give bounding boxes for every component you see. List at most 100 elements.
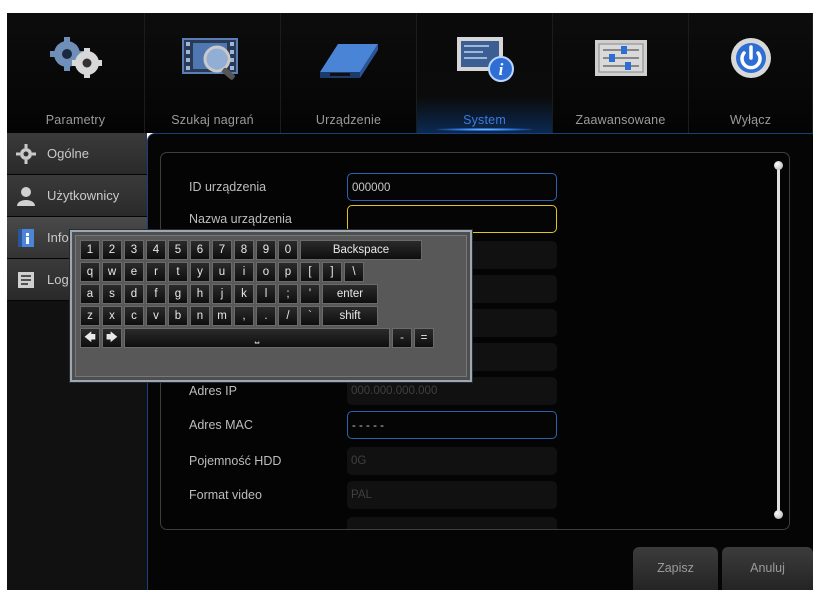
power-icon [716,23,786,93]
key-4[interactable]: 4 [146,240,166,260]
svg-text:i: i [498,60,503,79]
mac-field[interactable]: - - - - - [347,411,557,439]
sidebar-item-label: Użytkownicy [47,188,120,203]
key-0[interactable]: 0 [278,240,298,260]
key-7[interactable]: 7 [212,240,232,260]
keyboard-row-qwerty: q w e r t y u i o p [ ] \ [80,262,366,282]
top-navigation: Parametry Szukaj nagrań Urządzenie i Sys… [7,13,813,133]
virtual-keyboard: 1 2 3 4 5 6 7 8 9 0 Backspace q w e r t … [70,230,472,382]
key-z[interactable]: z [80,306,100,326]
key-h[interactable]: h [190,284,210,304]
key-u[interactable]: u [212,262,232,282]
tab-system[interactable]: i System [417,13,553,133]
tab-szukaj-nagran[interactable]: Szukaj nagrań [145,13,281,133]
key-9[interactable]: 9 [256,240,276,260]
left-arrow-key[interactable]: 🡄 [80,328,100,348]
key-j[interactable]: j [212,284,232,304]
sidebar-item-label: Info [47,230,69,245]
keyboard-row-bottom: 🡄 🡆 ⎵ - = [80,328,436,348]
key-equals[interactable]: = [414,328,434,348]
sidebar-item-ogolne[interactable]: Ogólne [7,133,147,175]
scrollbar-top-cap[interactable] [774,161,783,170]
scrollbar-track[interactable] [777,165,780,515]
tab-wylacz[interactable]: Wyłącz [689,13,813,133]
key-c[interactable]: c [124,306,144,326]
key-space[interactable]: ⎵ [124,328,390,348]
sidebar-item-uzytkownicy[interactable]: Użytkownicy [7,175,147,217]
key-y[interactable]: y [190,262,210,282]
key-b[interactable]: b [168,306,188,326]
key-8[interactable]: 8 [234,240,254,260]
log-icon [15,269,37,291]
cancel-button[interactable]: Anuluj [722,547,813,590]
device-name-label: Nazwa urządzenia [189,212,292,226]
user-icon [15,185,37,207]
device-name-field[interactable] [347,205,557,233]
save-button[interactable]: Zapisz [633,547,718,590]
tab-zaawansowane[interactable]: Zaawansowane [553,13,689,133]
key-1[interactable]: 1 [80,240,100,260]
key-r[interactable]: r [146,262,166,282]
key-comma[interactable]: , [234,306,254,326]
key-o[interactable]: o [256,262,276,282]
key-i[interactable]: i [234,262,254,282]
device-id-field[interactable]: 000000 [347,173,557,201]
key-3[interactable]: 3 [124,240,144,260]
key-a[interactable]: a [80,284,100,304]
key-w[interactable]: w [102,262,122,282]
tab-label: Szukaj nagrań [171,113,254,127]
tab-label: Urządzenie [315,113,382,127]
tab-label: Zaawansowane [575,113,666,127]
sliders-icon [586,23,656,93]
key-enter[interactable]: enter [322,284,378,304]
key-semicolon[interactable]: ; [278,284,298,304]
key-2[interactable]: 2 [102,240,122,260]
keyboard-row-zxcv: z x c v b n m , . / ` shift [80,306,380,326]
key-shift[interactable]: shift [322,306,378,326]
tab-label: Wyłącz [729,113,772,127]
ip-label: Adres IP [189,384,237,398]
tab-parametry[interactable]: Parametry [7,13,145,133]
key-k[interactable]: k [234,284,254,304]
gear-icon [15,143,37,165]
right-arrow-key[interactable]: 🡆 [102,328,122,348]
key-close-bracket[interactable]: ] [322,262,342,282]
key-m[interactable]: m [212,306,232,326]
device-id-label: ID urządzenia [189,180,267,194]
keyboard-body: 1 2 3 4 5 6 7 8 9 0 Backspace q w e r t … [75,235,467,377]
tab-label: Parametry [45,113,106,127]
key-s[interactable]: s [102,284,122,304]
tab-label: System [463,113,506,127]
tab-urzadzenie[interactable]: Urządzenie [281,13,417,133]
key-backtick[interactable]: ` [300,306,320,326]
key-g[interactable]: g [168,284,188,304]
key-backspace[interactable]: Backspace [300,240,422,260]
dvr-settings-window: Parametry Szukaj nagrań Urządzenie i Sys… [0,0,813,590]
key-6[interactable]: 6 [190,240,210,260]
key-q[interactable]: q [80,262,100,282]
key-f[interactable]: f [146,284,166,304]
key-l[interactable]: l [256,284,276,304]
hdd-device-icon [314,23,384,93]
key-backslash[interactable]: \ [344,262,364,282]
key-5[interactable]: 5 [168,240,188,260]
key-minus[interactable]: - [392,328,412,348]
key-p[interactable]: p [278,262,298,282]
system-info-icon: i [450,23,520,93]
key-t[interactable]: t [168,262,188,282]
mac-label: Adres MAC [189,418,253,432]
key-n[interactable]: n [190,306,210,326]
keyboard-row-asdf: a s d f g h j k l ; ' enter [80,284,380,304]
key-apostrophe[interactable]: ' [300,284,320,304]
scrollbar-bottom-cap[interactable] [774,510,783,519]
key-x[interactable]: x [102,306,122,326]
key-slash[interactable]: / [278,306,298,326]
key-v[interactable]: v [146,306,166,326]
key-open-bracket[interactable]: [ [300,262,320,282]
scrollbar[interactable] [774,161,783,519]
key-period[interactable]: . [256,306,276,326]
readonly-field [347,517,557,529]
sidebar-item-label: Log [47,272,69,287]
key-e[interactable]: e [124,262,144,282]
key-d[interactable]: d [124,284,144,304]
